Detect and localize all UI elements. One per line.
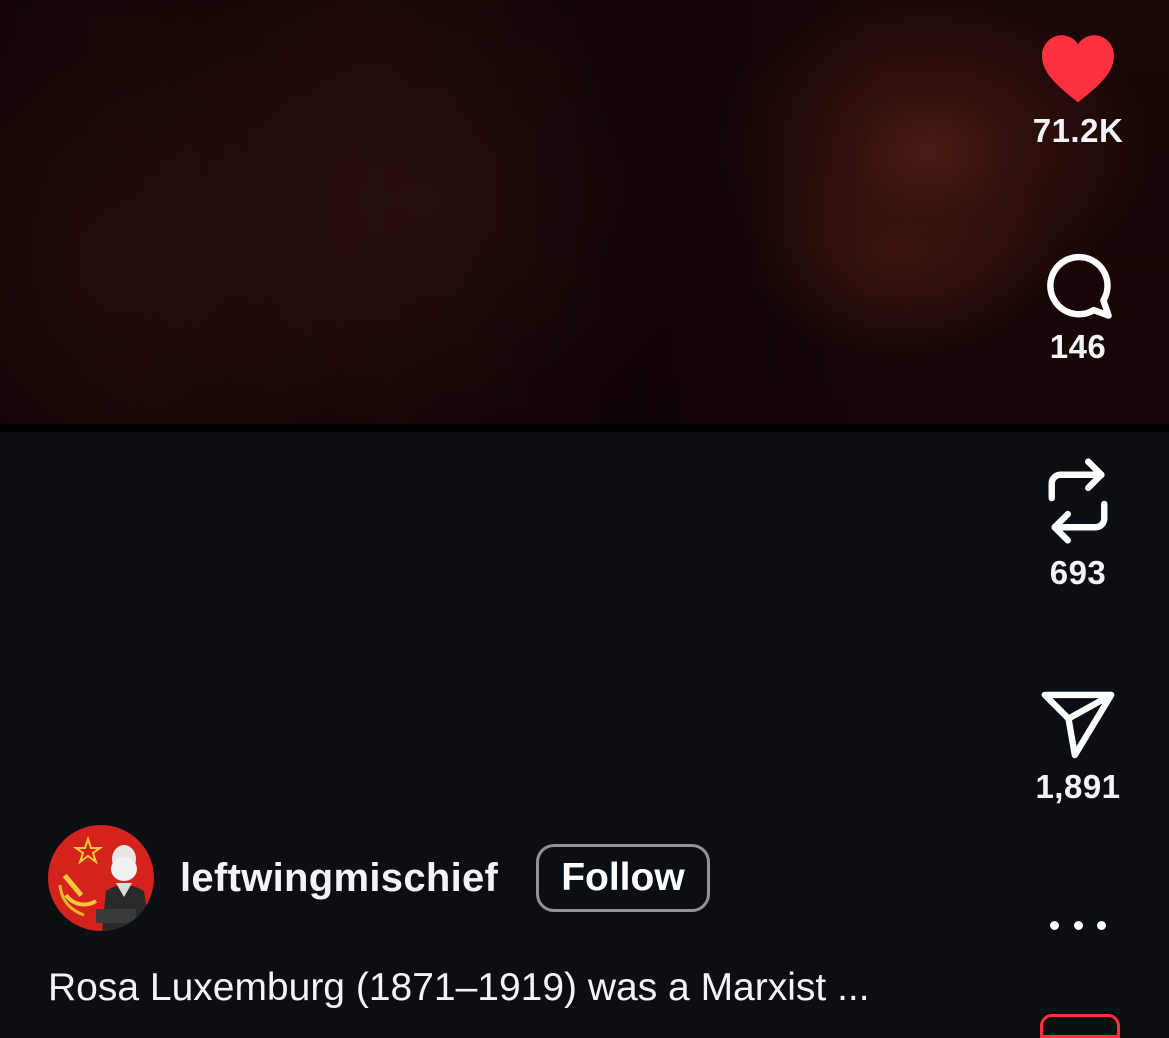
repost-icon[interactable] [1043, 456, 1113, 546]
author-row: leftwingmischief Follow [48, 824, 710, 932]
repost-count: 693 [1049, 554, 1107, 591]
post-caption[interactable]: Rosa Luxemburg (1871–1919) was a Marxist… [48, 966, 870, 1010]
video-shading [0, 0, 1169, 428]
comment-count: 146 [1049, 328, 1107, 365]
like-count: 71.2K [1032, 112, 1124, 149]
heart-icon[interactable] [1038, 32, 1118, 104]
like-action[interactable]: 71.2K [1018, 32, 1138, 150]
comment-icon[interactable] [1042, 250, 1114, 320]
send-icon[interactable] [1040, 690, 1116, 760]
dot [1097, 920, 1106, 930]
repost-action[interactable]: 693 [1018, 456, 1138, 592]
video-divider [0, 424, 1169, 432]
username[interactable]: leftwingmischief [180, 856, 498, 901]
audio-badge-partial[interactable] [1040, 1014, 1120, 1038]
dot [1050, 920, 1059, 930]
more-dots-icon[interactable] [1050, 910, 1106, 940]
dot [1073, 920, 1083, 930]
avatar-image [48, 825, 154, 931]
avatar[interactable] [48, 825, 154, 931]
video-frame[interactable] [0, 0, 1169, 428]
comment-action[interactable]: 146 [1018, 250, 1138, 366]
follow-button[interactable]: Follow [536, 844, 710, 912]
share-action[interactable]: 1,891 [1018, 690, 1138, 806]
share-count: 1,891 [1035, 768, 1121, 805]
